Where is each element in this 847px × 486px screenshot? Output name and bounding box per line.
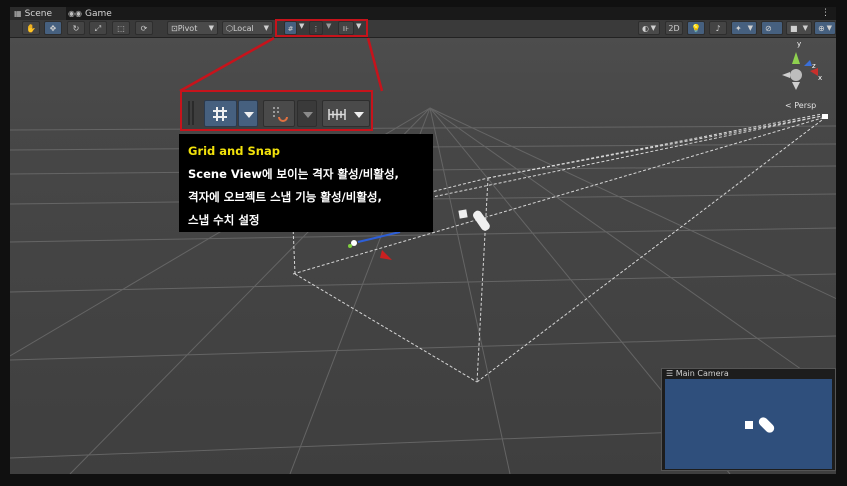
- grid-snap-button[interactable]: [263, 100, 295, 127]
- camera-preview[interactable]: ☰ Main Camera: [661, 368, 836, 471]
- grid-snap-zoom: [180, 90, 373, 131]
- chevron-down-icon: [244, 112, 254, 118]
- ruler-icon: [328, 109, 364, 120]
- snap-options-dropdown[interactable]: [297, 100, 317, 127]
- grid-toggle-button[interactable]: [204, 100, 237, 127]
- toolbar-grip: [188, 101, 190, 125]
- callout-title: Grid and Snap: [188, 144, 280, 158]
- preview-capsule: [756, 415, 777, 435]
- camera-preview-title: ☰ Main Camera: [666, 369, 729, 378]
- toolbar-grip: [192, 101, 194, 125]
- snap-magnet-icon: [273, 107, 288, 122]
- chevron-down-icon: [303, 112, 313, 118]
- callout-line: Scene View에 보이는 격자 활성/비활성,: [188, 167, 399, 181]
- callout-line: 스냅 수치 설정: [188, 213, 260, 227]
- callout-line: 격자에 오브젝트 스냅 기능 활성/비활성,: [188, 190, 382, 204]
- grid-options-dropdown[interactable]: [238, 100, 258, 127]
- grid-snap-callout: Grid and Snap Scene View에 보이는 격자 활성/비활성,…: [179, 134, 433, 232]
- grid-icon: [213, 107, 227, 121]
- increment-snap-button[interactable]: [322, 100, 370, 127]
- camera-preview-view: [665, 379, 832, 469]
- preview-cube: [745, 421, 753, 429]
